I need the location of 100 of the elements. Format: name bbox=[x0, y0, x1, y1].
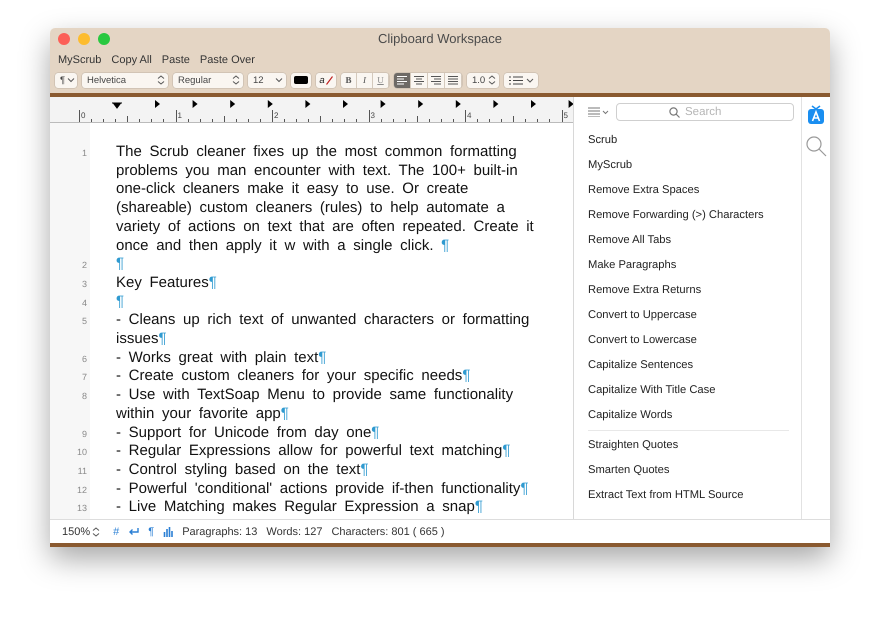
line-spacing-popup[interactable]: 1.0 bbox=[467, 72, 499, 88]
stepper-icon bbox=[92, 526, 100, 536]
paragraph-text: - Regular Expressions allow for powerful text matching¶ bbox=[116, 442, 512, 461]
menu-item[interactable]: MyScrub bbox=[53, 54, 106, 66]
pilcrow-mark: ¶ bbox=[116, 292, 124, 310]
line-number: 4 bbox=[80, 298, 87, 308]
tab-stop-icon[interactable] bbox=[418, 100, 424, 108]
line-number: 12 bbox=[76, 484, 87, 495]
cleaner-item[interactable]: Remove Extra Returns bbox=[588, 278, 789, 303]
tab-stop-icon[interactable] bbox=[343, 100, 348, 108]
line-number: 13 bbox=[76, 503, 87, 514]
tab-stop-icon[interactable] bbox=[305, 100, 310, 108]
align-center-icon bbox=[414, 75, 424, 85]
menu-item[interactable]: Paste Over bbox=[194, 54, 260, 66]
tab-stop-icon[interactable] bbox=[456, 100, 461, 108]
cleaner-item[interactable]: Remove Extra Spaces bbox=[588, 178, 789, 203]
align-center-button[interactable] bbox=[411, 72, 428, 88]
cleaner-item[interactable]: Capitalize Sentences bbox=[588, 353, 789, 378]
line-number: 2 bbox=[80, 260, 87, 270]
list-menu-button[interactable] bbox=[588, 107, 610, 117]
chevron-icon bbox=[67, 77, 76, 83]
statistics-button[interactable] bbox=[163, 526, 174, 536]
cleaner-item[interactable]: Remove All Tabs bbox=[588, 228, 789, 253]
align-left-button[interactable] bbox=[394, 72, 411, 88]
align-justify-button[interactable] bbox=[445, 72, 462, 88]
pilcrow-mark: ¶ bbox=[116, 255, 124, 272]
style-button[interactable]: I bbox=[357, 72, 373, 88]
ruler-number: 5 bbox=[564, 111, 568, 120]
font-popup[interactable]: Helvetica bbox=[82, 72, 168, 88]
cleaner-item[interactable]: Straighten Quotes bbox=[588, 433, 789, 458]
text-color-well[interactable] bbox=[291, 72, 311, 88]
tab-stop-icon[interactable] bbox=[155, 100, 160, 108]
ruler-number: 1 bbox=[178, 111, 182, 120]
tab-stop-icon[interactable] bbox=[268, 100, 273, 108]
align-left-icon bbox=[397, 75, 407, 85]
paragraph-text: - Live Matching makes Regular Expression a snap¶ bbox=[116, 498, 484, 518]
menu-item[interactable]: Copy All bbox=[106, 54, 157, 66]
paragraph-text: - Works great with plain text¶ bbox=[116, 348, 328, 368]
stepper-icon bbox=[157, 75, 165, 85]
cleaner-item[interactable]: Convert to Uppercase bbox=[588, 303, 789, 328]
ruler-number: 0 bbox=[81, 111, 86, 120]
tab-stop-icon[interactable] bbox=[531, 100, 536, 108]
cleaner-item[interactable]: Capitalize Words bbox=[588, 403, 789, 428]
cleaner-item[interactable]: Convert to Lowercase bbox=[588, 328, 789, 353]
menu-item[interactable]: Paste bbox=[156, 54, 195, 66]
style-button[interactable]: B bbox=[341, 72, 357, 88]
ruler-number: 2 bbox=[274, 111, 278, 120]
indent-marker-icon[interactable] bbox=[112, 102, 122, 108]
word-count: Words: 127 bbox=[266, 526, 322, 538]
line-numbers-toggle[interactable]: # bbox=[113, 526, 120, 538]
stepper-icon bbox=[232, 75, 240, 85]
align-justify-icon bbox=[448, 75, 458, 85]
cleaner-item[interactable]: Remove Forwarding (>) Characters bbox=[588, 203, 789, 228]
invisibles-toggle[interactable]: ¶ bbox=[148, 526, 154, 538]
search-field[interactable]: Search bbox=[616, 103, 794, 121]
line-number: 5 bbox=[80, 316, 87, 326]
slash-icon bbox=[326, 76, 333, 84]
cleaner-item[interactable]: Smarten Quotes bbox=[588, 458, 789, 483]
return-arrow-icon bbox=[128, 527, 140, 536]
align-right-button[interactable] bbox=[428, 72, 445, 88]
tab-stop-icon[interactable] bbox=[380, 100, 386, 108]
paragraph-style-popup[interactable]: ¶ bbox=[55, 72, 77, 88]
ruler-number: 4 bbox=[467, 111, 472, 120]
ruler[interactable]: 0 1 2 3 4 5 bbox=[50, 97, 573, 123]
wrap-toggle[interactable] bbox=[128, 527, 140, 536]
paragraph-text: The Scrub cleaner fixes up the most common formatting problems you man encounter with text. The 100+ built-in one-click cleaners make it easy to use. Or create (shareable) custom cleaners (rules) to help automate a variety of actions on text that are often repeated. Create it once and then apply it w with a single click. ¶ bbox=[116, 143, 535, 256]
paragraph-text: - Cleans up rich text of unwanted characters or formatting issues¶ bbox=[116, 311, 530, 349]
cleaner-item[interactable]: Scrub bbox=[588, 128, 789, 153]
cleaner-item[interactable]: Capitalize With Title Case bbox=[588, 378, 789, 403]
paragraph-text: - Control styling based on the text¶ bbox=[116, 460, 370, 480]
search-icon bbox=[669, 107, 680, 118]
paragraph-text: - Powerful 'conditional' actions provide if-then functionality¶ bbox=[116, 480, 530, 498]
line-number: 7 bbox=[80, 372, 87, 382]
app-store-icon[interactable] bbox=[807, 105, 825, 125]
tab-stop-icon[interactable] bbox=[230, 100, 236, 108]
line-number: 6 bbox=[80, 354, 87, 364]
stepper-icon bbox=[488, 75, 496, 85]
cleaner-item[interactable]: Make Paragraphs bbox=[588, 253, 789, 278]
cleaner-item[interactable]: MyScrub bbox=[588, 153, 789, 178]
zoom-popup[interactable]: 150% bbox=[62, 526, 100, 538]
chevron-icon bbox=[275, 77, 283, 83]
cleaner-item[interactable]: Extract Text from HTML Source bbox=[588, 483, 789, 508]
tab-stop-icon[interactable] bbox=[568, 100, 573, 108]
tab-stop-icon[interactable] bbox=[192, 100, 198, 108]
paragraph-text: Key Features¶ bbox=[116, 274, 218, 293]
character-count: Characters: 801 ( 665 ) bbox=[331, 526, 445, 538]
window-title: Clipboard Workspace bbox=[378, 31, 502, 46]
bar-chart-icon bbox=[163, 526, 174, 536]
search-icon[interactable] bbox=[805, 135, 827, 157]
line-number: 11 bbox=[76, 466, 87, 476]
align-right-icon bbox=[431, 75, 441, 85]
list-style-popup[interactable] bbox=[504, 72, 538, 88]
list-icon bbox=[588, 107, 610, 117]
bulleted-list-icon bbox=[509, 76, 535, 84]
strikethrough-button[interactable]: a bbox=[316, 72, 336, 88]
font-size-popup[interactable]: 12 bbox=[248, 72, 286, 88]
paragraph-count: Paragraphs: 13 bbox=[182, 526, 258, 538]
tab-stop-icon[interactable] bbox=[493, 100, 498, 108]
line-number: 9 bbox=[80, 428, 87, 439]
typeface-popup[interactable]: Regular bbox=[173, 72, 243, 88]
